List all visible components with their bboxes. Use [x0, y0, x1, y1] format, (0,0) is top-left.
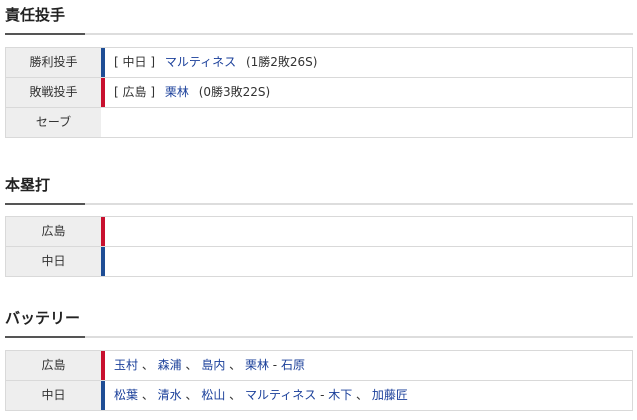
battery-table: 広島 玉村 、 森浦 、 島内 、 栗林 - 石原 中日 松葉 、 清水 、 松…	[5, 350, 633, 411]
section-divider	[5, 336, 633, 338]
battery-value: 松葉 、 清水 、 松山 、 マルティネス - 木下 、 加藤匠	[114, 388, 408, 402]
row-label: 敗戦投手	[6, 78, 101, 107]
section-divider	[5, 33, 633, 35]
player-link[interactable]: 島内	[201, 358, 225, 372]
row-label: 中日	[6, 381, 101, 410]
battery-value: 玉村 、 森浦 、 島内 、 栗林 - 石原	[114, 358, 305, 372]
row-label: 中日	[6, 247, 101, 276]
table-row: 中日 松葉 、 清水 、 松山 、 マルティネス - 木下 、 加藤匠	[5, 381, 633, 411]
winning-pitcher-value: [ 中日 ] マルティネス (1勝2敗26S)	[114, 55, 318, 69]
row-label: 広島	[6, 351, 101, 380]
homeruns-title: 本塁打	[5, 176, 51, 194]
player-link[interactable]: マルティネス	[245, 388, 316, 402]
player-link[interactable]: 栗林	[245, 358, 269, 372]
team-color-bar	[101, 247, 105, 276]
player-link[interactable]: 松山	[201, 388, 225, 402]
table-row: 広島 玉村 、 森浦 、 島内 、 栗林 - 石原	[5, 351, 633, 381]
team-name: 中日	[122, 55, 147, 69]
pitchers-table: 勝利投手 [ 中日 ] マルティネス (1勝2敗26S) 敗戦投手 [ 広島 ]…	[5, 47, 633, 138]
winning-pitcher-link[interactable]: マルティネス	[165, 55, 236, 69]
row-label: 勝利投手	[6, 48, 101, 77]
team-color-bar	[101, 381, 105, 410]
table-row: 敗戦投手 [ 広島 ] 栗林 (0勝3敗22S)	[5, 78, 633, 108]
section-divider	[5, 203, 633, 205]
player-link[interactable]: 石原	[281, 358, 305, 372]
row-label: セーブ	[6, 108, 101, 137]
team-color-bar	[101, 78, 105, 107]
table-row: 中日	[5, 247, 633, 277]
player-link[interactable]: 森浦	[158, 358, 182, 372]
homeruns-table: 広島 中日	[5, 216, 633, 277]
row-label: 広島	[6, 217, 101, 246]
pitcher-record: (0勝3敗22S)	[198, 85, 271, 99]
player-link[interactable]: 松葉	[114, 388, 138, 402]
player-link[interactable]: 木下	[328, 388, 352, 402]
player-link[interactable]: 玉村	[114, 358, 138, 372]
team-name: 広島	[122, 85, 147, 99]
player-link[interactable]: 清水	[158, 388, 182, 402]
pitcher-record: (1勝2敗26S)	[245, 55, 318, 69]
table-row: 広島	[5, 217, 633, 247]
team-color-bar	[101, 351, 105, 380]
pitchers-title: 責任投手	[5, 6, 66, 24]
losing-pitcher-link[interactable]: 栗林	[165, 85, 189, 99]
player-link[interactable]: 加藤匠	[372, 388, 408, 402]
losing-pitcher-value: [ 広島 ] 栗林 (0勝3敗22S)	[114, 85, 271, 99]
table-row: セーブ	[5, 108, 633, 138]
team-color-bar	[101, 217, 105, 246]
team-color-bar	[101, 48, 105, 77]
battery-title: バッテリー	[5, 309, 81, 327]
table-row: 勝利投手 [ 中日 ] マルティネス (1勝2敗26S)	[5, 48, 633, 78]
